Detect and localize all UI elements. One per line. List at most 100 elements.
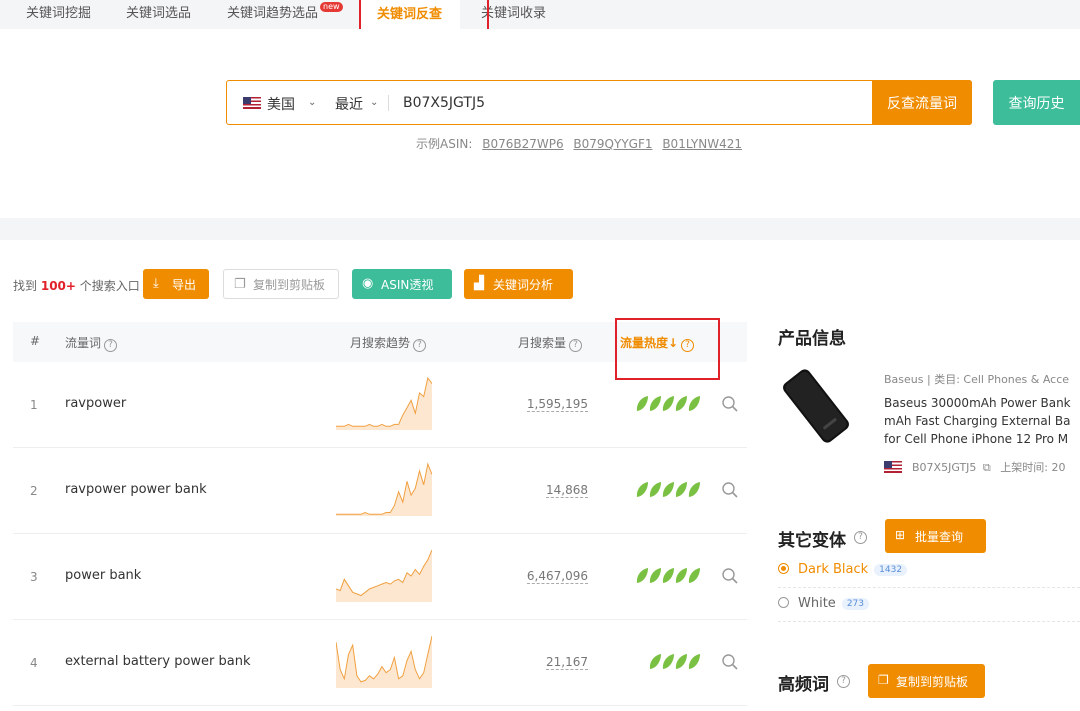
example-asins: 示例ASIN: B076B27WP6 B079QYYGF1 B01LYNW421 bbox=[416, 135, 742, 152]
batch-query-button[interactable]: ⊞ 批量查询 bbox=[885, 519, 986, 553]
copy-high-freq-button[interactable]: ❐ 复制到剪贴板 bbox=[868, 664, 985, 698]
radio-unselected[interactable] bbox=[778, 597, 789, 608]
leaf-icon bbox=[649, 654, 661, 669]
product-asin[interactable]: B07X5JGTJ5 bbox=[912, 461, 976, 474]
copy-to-clipboard-button[interactable]: ❐ 复制到剪贴板 bbox=[223, 269, 339, 299]
found-suffix: 个搜索入口 bbox=[79, 279, 140, 293]
variant-item[interactable]: Dark Black 1432 bbox=[778, 562, 908, 577]
external-link-icon[interactable]: ⧉ bbox=[983, 461, 991, 474]
row-keyword[interactable]: ravpower power bank bbox=[65, 482, 207, 497]
trend-sparkline bbox=[336, 376, 432, 430]
trend-sparkline bbox=[336, 635, 432, 688]
listed-date: 上架时间: 20 bbox=[1000, 461, 1066, 474]
header-volume[interactable]: 月搜索量? bbox=[518, 334, 583, 352]
tab-bar: 关键词挖掘 关键词选品 关键词趋势选品 new 关键词反查 关键词收录 bbox=[0, 0, 1080, 29]
search-icon[interactable] bbox=[720, 652, 740, 672]
header-trend[interactable]: 月搜索趋势? bbox=[350, 334, 427, 352]
help-icon[interactable]: ? bbox=[104, 339, 118, 352]
copy-high-freq-label: 复制到剪贴板 bbox=[896, 674, 969, 689]
export-label: 导出 bbox=[172, 277, 197, 292]
leaf-icon bbox=[688, 396, 700, 411]
copy-icon: ❐ bbox=[234, 277, 246, 292]
leaf-icon bbox=[649, 396, 661, 411]
export-button[interactable]: ⤓ 导出 bbox=[143, 269, 209, 299]
row-index: 4 bbox=[30, 656, 38, 670]
leaf-icon bbox=[636, 396, 648, 411]
example-asin-link[interactable]: B01LYNW421 bbox=[662, 137, 742, 151]
row-keyword[interactable]: power bank bbox=[65, 568, 141, 583]
variant-count: 273 bbox=[841, 598, 869, 610]
row-volume[interactable]: 21,167 bbox=[546, 655, 588, 670]
variant-item[interactable]: White 273 bbox=[778, 596, 869, 611]
product-title[interactable]: Baseus 30000mAh Power Bank mAh Fast Char… bbox=[884, 394, 1080, 448]
help-icon[interactable]: ? bbox=[854, 531, 867, 544]
tab-keyword-trend[interactable]: 关键词趋势选品 new bbox=[227, 2, 343, 21]
table-row[interactable]: 2 ravpower power bank 14,868 bbox=[13, 448, 747, 534]
heat-leaves bbox=[636, 482, 700, 497]
leaf-icon bbox=[662, 482, 674, 497]
us-flag-icon bbox=[884, 461, 902, 473]
table-row[interactable]: 4 external battery power bank 21,167 bbox=[13, 620, 747, 706]
variant-name: White bbox=[798, 596, 836, 611]
example-asin-link[interactable]: B076B27WP6 bbox=[482, 137, 563, 151]
product-brand[interactable]: Baseus bbox=[884, 373, 924, 386]
high-freq-title: 高频词 bbox=[778, 675, 829, 695]
us-flag-icon bbox=[243, 97, 261, 109]
leaf-icon bbox=[649, 568, 661, 583]
search-icon[interactable] bbox=[720, 480, 740, 500]
tab-keyword-selection[interactable]: 关键词选品 bbox=[126, 2, 191, 21]
header-keyword[interactable]: 流量词? bbox=[65, 334, 118, 352]
tab-keyword-mining[interactable]: 关键词挖掘 bbox=[26, 2, 91, 21]
help-icon[interactable]: ? bbox=[569, 339, 583, 352]
leaf-icon bbox=[675, 568, 687, 583]
asin-perspective-button[interactable]: ◉ ASIN透视 bbox=[352, 269, 452, 299]
help-icon[interactable]: ? bbox=[413, 339, 427, 352]
country-select[interactable]: 美国 bbox=[267, 94, 295, 114]
heat-leaves bbox=[636, 396, 700, 411]
tab-keyword-index[interactable]: 关键词收录 bbox=[481, 2, 546, 21]
radio-selected[interactable] bbox=[778, 563, 789, 574]
leaf-icon bbox=[649, 482, 661, 497]
product-image[interactable] bbox=[778, 365, 854, 447]
chevron-down-icon[interactable]: ⌄ bbox=[370, 97, 378, 108]
keyword-analysis-button[interactable]: ▟ 关键词分析 bbox=[464, 269, 573, 299]
found-prefix: 找到 bbox=[13, 279, 38, 293]
reverse-search-button[interactable]: 反查流量词 bbox=[872, 80, 972, 125]
leaf-icon bbox=[675, 396, 687, 411]
search-icon[interactable] bbox=[720, 566, 740, 586]
results-panel: 找到 100+ 个搜索入口 ⤓ 导出 ❐ 复制到剪贴板 ◉ ASIN透视 ▟ 关键词分析… bbox=[0, 240, 1080, 711]
row-volume[interactable]: 6,467,096 bbox=[526, 569, 588, 584]
product-title-line: mAh Fast Charging External Ba bbox=[884, 414, 1071, 428]
found-count-text: 找到 100+ 个搜索入口 bbox=[13, 277, 140, 294]
divider bbox=[388, 95, 389, 111]
variant-name: Dark Black bbox=[798, 562, 869, 577]
row-keyword[interactable]: ravpower bbox=[65, 396, 126, 411]
search-bar: 美国 ⌄ 最近 ⌄ bbox=[226, 80, 972, 125]
row-volume[interactable]: 1,595,195 bbox=[526, 397, 588, 412]
chevron-down-icon[interactable]: ⌄ bbox=[308, 97, 316, 108]
asin-label: ASIN透视 bbox=[381, 277, 434, 292]
header-index: # bbox=[30, 334, 41, 348]
search-icon[interactable] bbox=[720, 394, 740, 414]
copy-label: 复制到剪贴板 bbox=[253, 277, 326, 292]
batch-query-label: 批量查询 bbox=[915, 529, 964, 544]
asin-input[interactable] bbox=[403, 89, 863, 117]
table-row[interactable]: 3 power bank 6,467,096 bbox=[13, 534, 747, 620]
help-icon[interactable]: ? bbox=[837, 675, 850, 688]
product-title-line: for Cell Phone iPhone 12 Pro M bbox=[884, 432, 1069, 446]
header-trend-label: 月搜索趋势 bbox=[350, 336, 411, 350]
row-volume[interactable]: 14,868 bbox=[546, 483, 588, 498]
query-history-button[interactable]: 查询历史 bbox=[993, 80, 1080, 125]
leaf-icon bbox=[636, 568, 648, 583]
leaf-icon bbox=[675, 482, 687, 497]
divider bbox=[778, 621, 1080, 622]
leaf-icon bbox=[662, 568, 674, 583]
leaf-icon bbox=[662, 654, 674, 669]
search-panel: 美国 ⌄ 最近 ⌄ 反查流量词 查询历史 示例ASIN: B076B27WP6 … bbox=[0, 29, 1080, 218]
annotation-box-heat bbox=[615, 318, 720, 380]
example-asin-link[interactable]: B079QYYGF1 bbox=[573, 137, 652, 151]
divider bbox=[778, 587, 1080, 588]
row-keyword[interactable]: external battery power bank bbox=[65, 654, 251, 669]
range-select[interactable]: 最近 bbox=[335, 94, 363, 114]
trend-sparkline bbox=[336, 462, 432, 516]
